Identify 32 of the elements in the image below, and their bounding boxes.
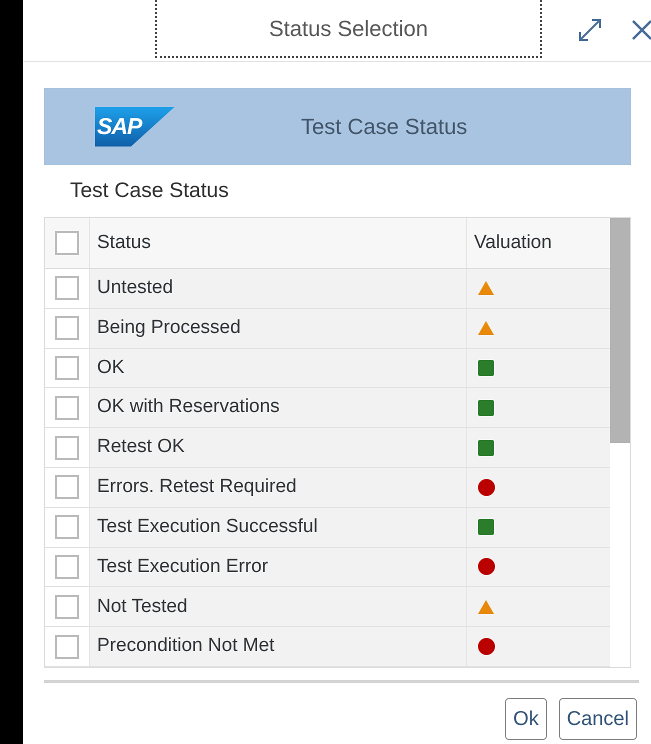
checkbox[interactable] (55, 515, 79, 540)
table-cell: Precondition Not Met (90, 627, 467, 666)
table-cell: Test Execution Error (90, 548, 467, 586)
scrollbar-thumb[interactable] (610, 218, 630, 443)
checkbox[interactable] (55, 276, 79, 300)
checkbox[interactable] (55, 475, 79, 500)
column-header: Status (90, 218, 467, 268)
table-cell: Untested (90, 268, 467, 308)
dialog-button[interactable]: Ok (505, 698, 547, 740)
checkbox[interactable] (55, 436, 79, 460)
checkbox[interactable] (55, 594, 79, 619)
table-cell: Retest OK (90, 428, 467, 467)
table-cell: Errors. Retest Required (90, 468, 467, 507)
checkbox[interactable] (55, 230, 79, 255)
dialog-button[interactable]: Cancel (558, 698, 637, 740)
dialog-title: Status Selection (155, 0, 542, 58)
expand-icon[interactable] (578, 18, 602, 42)
table-cell: Not Tested (90, 587, 467, 626)
section-title: Test Case Status (69, 178, 230, 204)
table-cell: OK with Reservations (90, 388, 467, 428)
table-cell: OK (90, 348, 467, 388)
checkbox[interactable] (55, 356, 79, 380)
banner-title: Test Case Status (301, 113, 468, 141)
checkbox[interactable] (55, 316, 79, 340)
checkbox[interactable] (55, 554, 79, 579)
table-cell: Being Processed (90, 308, 467, 348)
close-icon[interactable] (632, 20, 651, 40)
column-header: Valuation (473, 230, 553, 255)
checkbox[interactable] (55, 634, 79, 659)
logo-text: SAP (97, 112, 142, 142)
table-cell: Test Execution Successful (90, 508, 467, 547)
checkbox[interactable] (55, 396, 79, 420)
